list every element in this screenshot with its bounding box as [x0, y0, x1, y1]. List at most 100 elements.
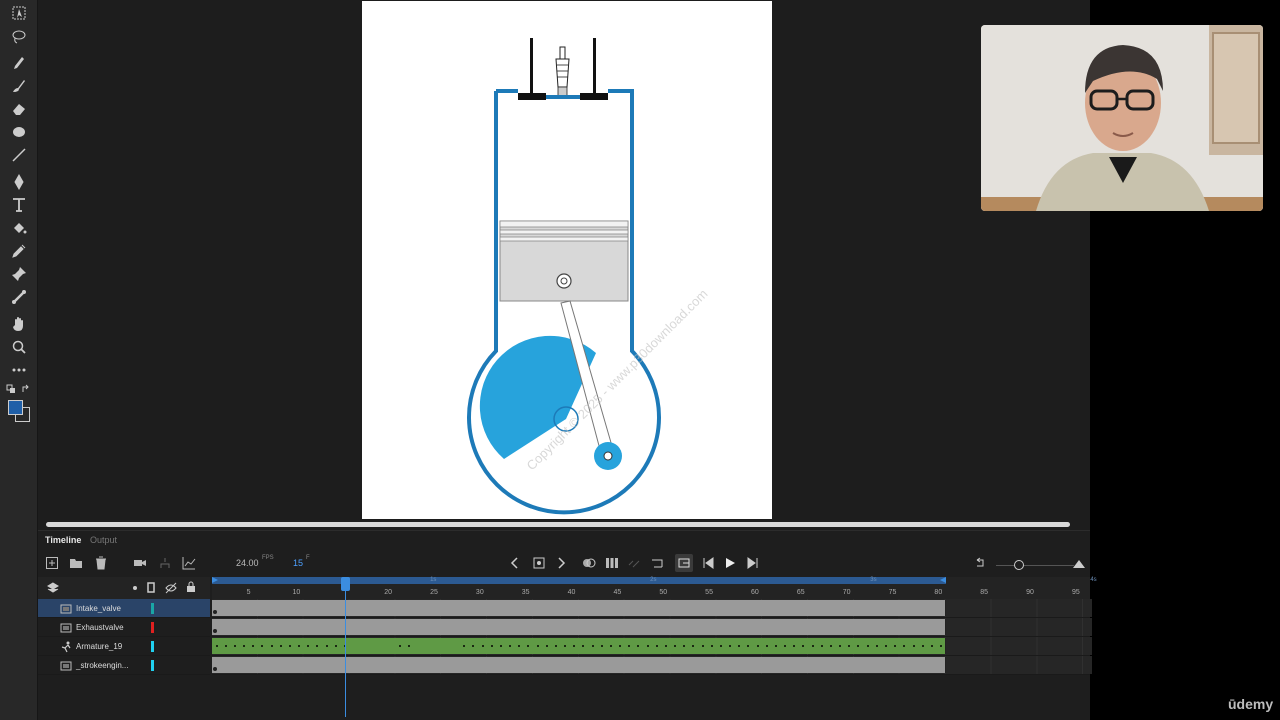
swap-colors-icon[interactable] — [21, 384, 31, 394]
pose-keyframe[interactable] — [793, 645, 796, 647]
pose-keyframe[interactable] — [921, 645, 924, 647]
pose-keyframe[interactable] — [848, 645, 851, 647]
tool-lasso[interactable] — [9, 26, 29, 46]
pose-keyframe[interactable] — [784, 645, 787, 647]
pose-keyframe[interactable] — [472, 645, 475, 647]
pose-keyframe[interactable] — [646, 645, 649, 647]
undo-zoom-button[interactable] — [971, 554, 989, 572]
layer-color-tag[interactable] — [151, 641, 154, 652]
pose-keyframe[interactable] — [692, 645, 695, 647]
pose-keyframe[interactable] — [573, 645, 576, 647]
tool-eraser[interactable] — [9, 99, 29, 119]
delete-layer-button[interactable] — [92, 554, 110, 572]
loop-playback-button[interactable] — [675, 554, 693, 572]
layer-name[interactable]: _strokeengin... — [76, 661, 128, 670]
camera-button[interactable] — [131, 554, 149, 572]
step-back-button[interactable] — [699, 554, 717, 572]
pose-keyframe[interactable] — [591, 645, 594, 647]
pose-keyframe[interactable] — [820, 645, 823, 647]
new-folder-button[interactable] — [67, 554, 85, 572]
tool-hand[interactable] — [9, 314, 29, 334]
pose-keyframe[interactable] — [738, 645, 741, 647]
pose-keyframe[interactable] — [839, 645, 842, 647]
pose-keyframe[interactable] — [554, 645, 557, 647]
stage-canvas[interactable]: Copyright © 2025 - www.p30download.com — [362, 1, 772, 519]
tool-bone[interactable] — [9, 287, 29, 307]
timeline-zoom-slider-track[interactable] — [996, 565, 1074, 566]
pose-keyframe[interactable] — [655, 645, 658, 647]
pose-keyframe[interactable] — [527, 645, 530, 647]
tool-pen[interactable] — [9, 172, 29, 192]
graph-button[interactable] — [180, 554, 198, 572]
tool-more-tools[interactable] — [9, 360, 29, 380]
pose-keyframe[interactable] — [884, 645, 887, 647]
pose-keyframe[interactable] — [243, 645, 246, 647]
layers-stack-icon[interactable] — [47, 582, 59, 594]
pose-keyframe[interactable] — [252, 645, 255, 647]
loop-button[interactable] — [625, 554, 643, 572]
tool-oval[interactable] — [9, 122, 29, 142]
layer-row[interactable]: _strokeengin... — [38, 656, 210, 675]
next-keyframe-button[interactable] — [552, 554, 570, 572]
fps-value[interactable]: 24.00 — [236, 558, 259, 568]
go-to-first-frame-button[interactable] — [648, 554, 666, 572]
pose-keyframe[interactable] — [398, 645, 401, 647]
playhead-handle[interactable] — [340, 577, 350, 591]
pose-keyframe[interactable] — [233, 645, 236, 647]
pose-keyframe[interactable] — [499, 645, 502, 647]
pose-keyframe[interactable] — [261, 645, 264, 647]
exhaust-valve-head[interactable] — [580, 93, 608, 100]
pose-keyframe[interactable] — [747, 645, 750, 647]
pose-keyframe[interactable] — [316, 645, 319, 647]
pose-keyframe[interactable] — [288, 645, 291, 647]
layer-row[interactable]: Armature_19 — [38, 637, 210, 656]
pose-keyframe[interactable] — [334, 645, 337, 647]
highlight-dot-icon[interactable] — [133, 586, 137, 590]
pose-keyframe[interactable] — [683, 645, 686, 647]
stage-area[interactable]: Copyright © 2025 - www.p30download.com — [38, 0, 1090, 530]
keyframe-dot[interactable] — [213, 629, 217, 633]
pose-keyframe[interactable] — [463, 645, 466, 647]
new-layer-button[interactable] — [43, 554, 61, 572]
pose-keyframe[interactable] — [903, 645, 906, 647]
pose-keyframe[interactable] — [701, 645, 704, 647]
frame-track[interactable] — [212, 637, 1093, 656]
pose-keyframe[interactable] — [481, 645, 484, 647]
pose-keyframe[interactable] — [619, 645, 622, 647]
visibility-icon[interactable] — [165, 582, 177, 594]
pose-keyframe[interactable] — [875, 645, 878, 647]
tab-timeline[interactable]: Timeline — [45, 535, 81, 545]
frames-area[interactable]: 1s 2s 3s 4s 5 10 20 25 30 35 40 45 50 55 60 65 70 75 80 85 9… — [212, 577, 1097, 720]
tool-pin[interactable] — [9, 264, 29, 284]
tool-text[interactable] — [9, 195, 29, 215]
tool-line[interactable] — [9, 145, 29, 165]
frame-track[interactable] — [212, 656, 1093, 675]
pose-keyframe[interactable] — [270, 645, 273, 647]
piston[interactable] — [499, 220, 629, 302]
pose-keyframe[interactable] — [802, 645, 805, 647]
pose-keyframe[interactable] — [307, 645, 310, 647]
layer-color-tag[interactable] — [151, 660, 154, 671]
range-start-marker[interactable] — [212, 577, 218, 583]
edit-multiple-frames-button[interactable] — [603, 554, 621, 572]
pose-keyframe[interactable] — [545, 645, 548, 647]
timeline-zoom-slider-thumb[interactable] — [1014, 560, 1024, 570]
pose-keyframe[interactable] — [894, 645, 897, 647]
pose-keyframe[interactable] — [774, 645, 777, 647]
pose-keyframe[interactable] — [628, 645, 631, 647]
pose-keyframe[interactable] — [490, 645, 493, 647]
keyframe-dot[interactable] — [213, 610, 217, 614]
keyframe-dot[interactable] — [213, 667, 217, 671]
layer-name[interactable]: Armature_19 — [76, 642, 122, 651]
pose-keyframe[interactable] — [224, 645, 227, 647]
pose-keyframe[interactable] — [765, 645, 768, 647]
step-forward-button[interactable] — [744, 554, 762, 572]
exhaust-valve-stem[interactable] — [593, 38, 596, 96]
pose-keyframe[interactable] — [829, 645, 832, 647]
play-button[interactable] — [721, 554, 739, 572]
pose-keyframe[interactable] — [930, 645, 933, 647]
stage-horizontal-scrollbar[interactable] — [46, 522, 1070, 527]
tool-eyedropper[interactable] — [9, 241, 29, 261]
layer-name[interactable]: Exhaustvalve — [76, 623, 124, 632]
tab-output[interactable]: Output — [90, 535, 117, 545]
